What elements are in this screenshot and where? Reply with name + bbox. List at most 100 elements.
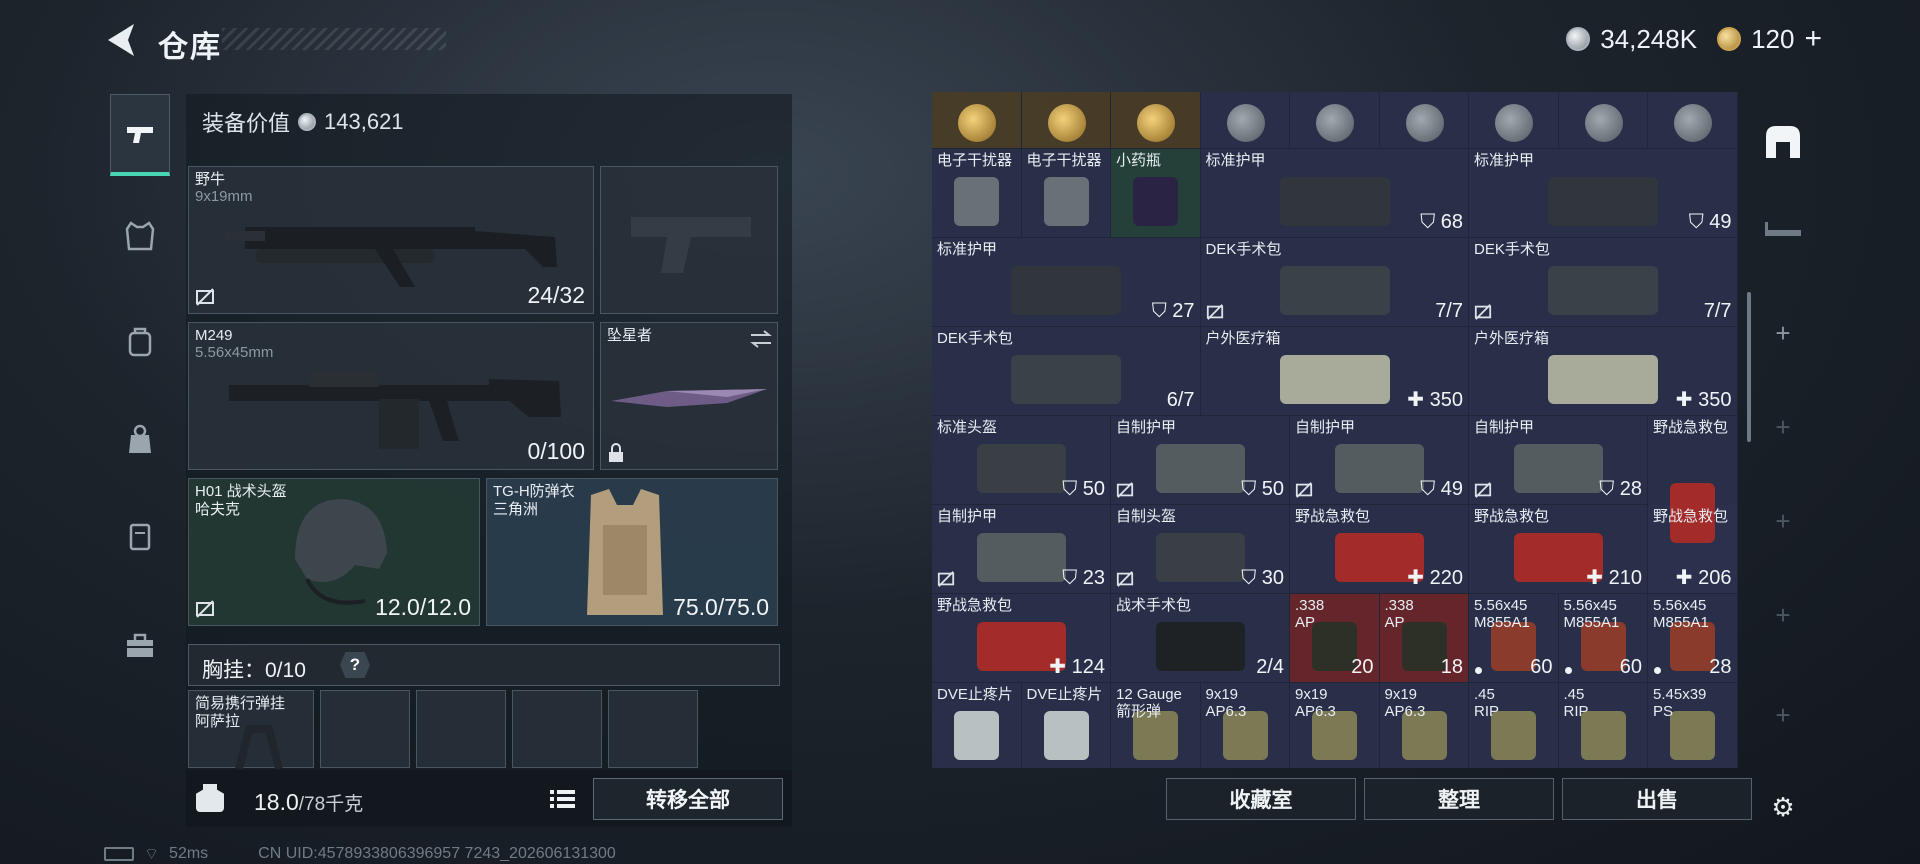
melee-slot[interactable]: 坠星者 [600,322,778,470]
storage-item-collectible[interactable] [1648,92,1738,149]
storage-item[interactable]: .45 RIP [1558,683,1648,768]
storage-item[interactable]: 标准护甲 ⛉ 27 [932,238,1201,327]
storage-item-value-text: 7/7 [1703,300,1732,322]
storage-item[interactable]: DEK手术包 7/7 [1469,238,1738,327]
storage-item-value-text: 23 [1082,567,1105,589]
storage-item-value-text: 350 [1698,389,1732,411]
storage-tab-main[interactable] [1756,114,1810,168]
collection-room-button[interactable]: 收藏室 [1166,778,1356,820]
item-image [954,177,1000,226]
storage-item[interactable]: 野战急救包 ✚ 124 [932,594,1111,683]
storage-item-collectible[interactable] [1558,92,1648,149]
secondary-weapon-name: M249 [195,327,233,344]
rig-pocket-slot[interactable] [608,690,698,768]
nav-weapons-tab[interactable] [110,94,170,176]
coin-icon [1566,27,1591,51]
settings-icon[interactable]: ⚙ [1756,780,1810,834]
nav-backpack-tab[interactable] [110,312,170,372]
storage-item[interactable]: 标准头盔 ⛉ 50 [932,416,1111,505]
storage-item[interactable]: 自制护甲 ⛉ 50 [1111,416,1290,505]
add-storage-tab-button[interactable]: + [1756,688,1810,742]
storage-item-value: ⛉ 49 [1689,211,1732,234]
storage-item[interactable]: 9x19 AP6.3 [1379,683,1469,768]
back-arrow-icon[interactable] [100,18,144,62]
not-insured-icon [196,600,214,618]
storage-item[interactable]: 标准护甲 ⛉ 49 [1469,149,1738,238]
storage-item[interactable]: 小药瓶 [1111,149,1201,238]
storage-item[interactable]: 自制护甲 ⛉ 28 [1469,416,1648,505]
storage-item-value-text: 7/7 [1435,300,1463,322]
armor-slot[interactable]: TG-H防弹衣 三角洲 75.0/75.0 [486,478,778,626]
list-view-icon[interactable] [544,784,580,814]
storage-scrollbar[interactable] [1747,292,1751,442]
chest-rig-label: 胸挂：0/10 [202,654,306,684]
storage-item[interactable]: DVE止疼片 [1021,683,1111,768]
storage-item-collectible[interactable] [1379,92,1469,149]
nav-armor-tab[interactable] [110,206,170,266]
storage-item-value: ✚ 210 [1586,565,1642,590]
storage-item[interactable]: 电子干扰器 [932,149,1022,238]
storage-item[interactable]: 5.56x45 M855A1 28 [1648,594,1738,683]
pistol-slot-empty[interactable] [600,166,778,314]
rig-pocket-slot[interactable] [512,690,602,768]
nav-bag-tab[interactable] [110,410,170,470]
storage-item[interactable]: 9x19 AP6.3 [1290,683,1380,768]
storage-item[interactable]: 自制头盔 ⛉ 30 [1111,505,1290,594]
heal-icon: ✚ [1586,567,1609,589]
storage-item[interactable]: 战术手术包 2/4 [1111,594,1290,683]
helmet-slot[interactable]: H01 战术头盔 哈夫克 12.0/12.0 [188,478,480,626]
rig-pocket-slot[interactable] [416,690,506,768]
storage-item[interactable]: 自制护甲 ⛉ 49 [1290,416,1469,505]
storage-item[interactable]: 12 Gauge 箭形弹 [1111,683,1201,768]
storage-item[interactable]: 户外医疗箱 ✚ 350 [1200,327,1469,416]
chest-rig-help-button[interactable]: ? [340,652,370,678]
storage-item-value: ✚ 124 [1049,654,1105,679]
storage-item[interactable]: 野战急救包 ✚ 220 [1290,505,1469,594]
storage-item-collectible[interactable] [1111,92,1201,149]
chest-rig-title: 胸挂： [202,659,265,682]
storage-item-value-text: 6/7 [1166,389,1195,411]
storage-item[interactable]: 户外医疗箱 ✚ 350 [1469,327,1738,416]
add-currency-button[interactable]: + [1804,22,1822,56]
storage-item[interactable]: 5.45x39 PS [1648,683,1738,768]
collectible-image [1674,104,1712,142]
storage-item[interactable]: 野战急救包 ✚ 206 [1648,505,1738,594]
storage-item-collectible[interactable] [1469,92,1559,149]
storage-item-collectible[interactable] [1290,92,1380,149]
add-storage-tab-button[interactable]: + [1756,400,1810,454]
transfer-all-button[interactable]: 转移全部 [593,778,783,820]
nav-case-tab[interactable] [110,506,170,566]
storage-item[interactable]: 5.56x45 M855A1 60 [1469,594,1559,683]
storage-tab-weapons[interactable] [1756,206,1810,260]
storage-item[interactable]: DVE止疼片 [932,683,1022,768]
add-storage-tab-button[interactable]: + [1756,588,1810,642]
storage-item-name: .338 AP [1384,597,1414,631]
rig-pocket-slot[interactable] [320,690,410,768]
sell-button[interactable]: 出售 [1562,778,1752,820]
storage-side-nav: + + + + + ⚙ [1756,94,1810,822]
storage-item[interactable]: 自制护甲 ⛉ 23 [932,505,1111,594]
chest-rig-slot[interactable]: 简易携行弹挂 阿萨拉 [188,690,314,769]
swap-icon[interactable] [749,329,773,349]
storage-item-collectible[interactable] [932,92,1022,149]
storage-item-value: 28 [1709,656,1731,679]
add-storage-tab-button[interactable]: + [1756,306,1810,360]
storage-item[interactable]: .338 AP 20 [1290,594,1380,683]
storage-item[interactable]: 标准护甲 ⛉ 68 [1200,149,1469,238]
storage-item[interactable]: .338 AP 18 [1379,594,1469,683]
storage-item[interactable]: 电子干扰器 [1021,149,1111,238]
storage-item-collectible[interactable] [1200,92,1290,149]
item-image [1334,444,1425,493]
storage-item[interactable]: DEK手术包 7/7 [1200,238,1469,327]
sort-button[interactable]: 整理 [1364,778,1554,820]
nav-toolbox-tab[interactable] [110,616,170,676]
storage-item[interactable]: DEK手术包 6/7 [932,327,1201,416]
storage-item[interactable]: 5.56x45 M855A1 60 [1558,594,1648,683]
storage-item[interactable]: 9x19 AP6.3 [1200,683,1290,768]
storage-item-collectible[interactable] [1021,92,1111,149]
primary-weapon-slot[interactable]: 野牛 9x19mm 24/32 [188,166,594,314]
storage-item[interactable]: 野战急救包 ✚ 210 [1469,505,1648,594]
secondary-weapon-slot[interactable]: M249 5.56x45mm 0/100 [188,322,594,470]
add-storage-tab-button[interactable]: + [1756,494,1810,548]
storage-item[interactable]: .45 RIP [1469,683,1559,768]
